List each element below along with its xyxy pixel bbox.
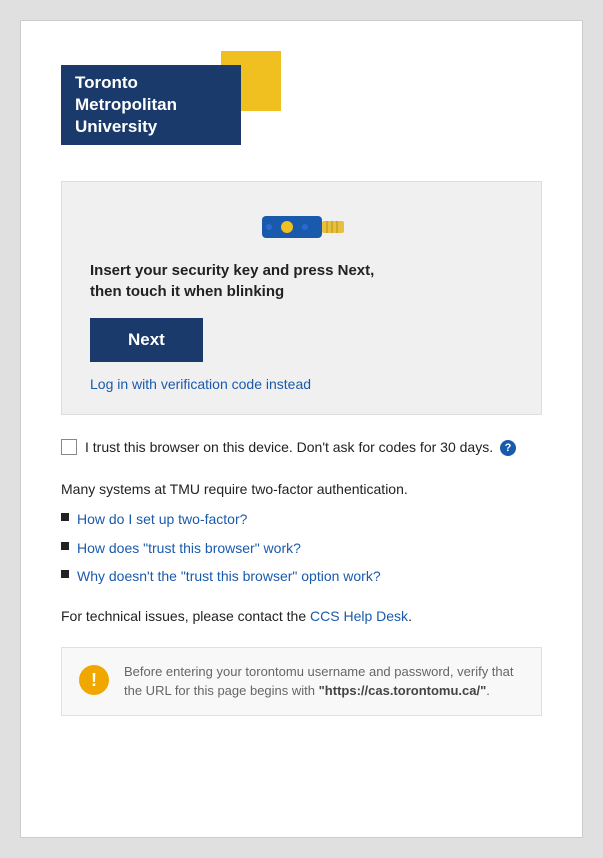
warning-icon: ! xyxy=(78,664,110,696)
logo-blue-box: Toronto Metropolitan University xyxy=(61,65,241,145)
logo-wrapper: Toronto Metropolitan University xyxy=(61,51,281,151)
warning-section: ! Before entering your torontomu usernam… xyxy=(61,647,542,716)
bullet-square xyxy=(61,542,69,550)
info-section: Many systems at TMU require two-factor a… xyxy=(61,478,542,588)
help-icon[interactable]: ? xyxy=(500,440,516,456)
technical-text: For technical issues, please contact the… xyxy=(61,606,542,627)
info-link-1[interactable]: How do I set up two-factor? xyxy=(77,508,247,530)
list-item: How do I set up two-factor? xyxy=(61,508,542,530)
trust-section: I trust this browser on this device. Don… xyxy=(61,437,542,458)
info-link-3[interactable]: Why doesn't the "trust this browser" opt… xyxy=(77,565,381,587)
info-intro: Many systems at TMU require two-factor a… xyxy=(61,478,542,500)
security-key-icon xyxy=(90,206,513,246)
svg-text:!: ! xyxy=(91,670,97,690)
warning-text: Before entering your torontomu username … xyxy=(124,662,525,701)
warning-url: "https://cas.torontomu.ca/" xyxy=(319,683,487,698)
trust-text: I trust this browser on this device. Don… xyxy=(85,437,542,458)
ccs-help-desk-link[interactable]: CCS Help Desk xyxy=(310,608,408,624)
bullet-square xyxy=(61,513,69,521)
list-item: How does "trust this browser" work? xyxy=(61,537,542,559)
page-container: Toronto Metropolitan University xyxy=(20,20,583,838)
trust-checkbox[interactable] xyxy=(61,439,77,455)
auth-box: Insert your security key and press Next,… xyxy=(61,181,542,415)
auth-instruction: Insert your security key and press Next,… xyxy=(90,260,513,302)
info-list: How do I set up two-factor? How does "tr… xyxy=(61,508,542,587)
list-item: Why doesn't the "trust this browser" opt… xyxy=(61,565,542,587)
info-link-2[interactable]: How does "trust this browser" work? xyxy=(77,537,301,559)
logo-text: Toronto Metropolitan University xyxy=(75,72,177,138)
bullet-square xyxy=(61,570,69,578)
usb-key-svg xyxy=(257,206,347,246)
verification-link[interactable]: Log in with verification code instead xyxy=(90,376,311,392)
next-button[interactable]: Next xyxy=(90,318,203,362)
